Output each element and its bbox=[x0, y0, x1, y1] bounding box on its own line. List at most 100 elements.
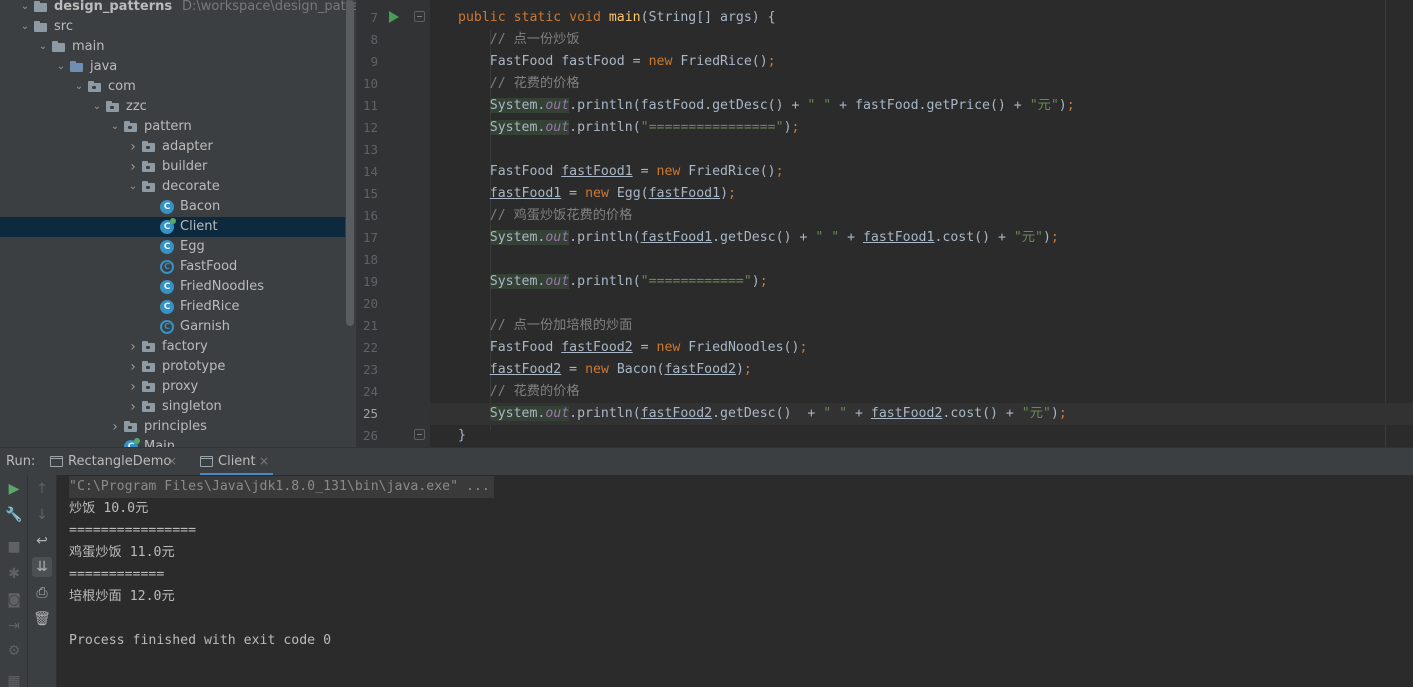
tree-item-zzc[interactable]: ⌄ zzc bbox=[0, 97, 345, 117]
chevron-down-icon[interactable]: ⌄ bbox=[92, 100, 102, 114]
chevron-right-icon[interactable]: › bbox=[110, 420, 120, 434]
code-line[interactable] bbox=[430, 293, 1413, 315]
line-number: 11 bbox=[362, 98, 378, 113]
code-token: FriedRice() bbox=[688, 164, 776, 179]
tree-item-bacon[interactable]: C Bacon bbox=[0, 197, 345, 217]
tree-item-principles[interactable]: › principles bbox=[0, 417, 345, 437]
run-tab-client[interactable]: Client × bbox=[200, 448, 273, 476]
tree-item-friedrice[interactable]: C FriedRice bbox=[0, 297, 345, 317]
chevron-right-icon[interactable]: › bbox=[128, 400, 138, 414]
tree-item-main[interactable]: ⌄ main bbox=[0, 37, 345, 57]
chevron-down-icon[interactable]: ⌄ bbox=[56, 60, 66, 74]
tree-item-factory[interactable]: › factory bbox=[0, 337, 345, 357]
code-token: ; bbox=[1050, 230, 1059, 245]
code-line[interactable]: fastFood2 = new Bacon(fastFood2); bbox=[430, 359, 1413, 381]
tree-item-pattern[interactable]: ⌄ pattern bbox=[0, 117, 345, 137]
tree-item-egg[interactable]: C Egg bbox=[0, 237, 345, 257]
close-icon[interactable]: × bbox=[259, 454, 269, 468]
chevron-down-icon[interactable]: ⌄ bbox=[20, 20, 30, 34]
tree-item-garnish[interactable]: C Garnish bbox=[0, 317, 345, 337]
tree-item-src[interactable]: ⌄ src bbox=[0, 17, 345, 37]
tree-item-friednoodles[interactable]: C FriedNoodles bbox=[0, 277, 345, 297]
rerun-icon[interactable]: ▶ bbox=[4, 479, 24, 499]
chevron-down-icon[interactable]: ⌄ bbox=[20, 0, 30, 14]
chevron-right-icon[interactable]: › bbox=[128, 360, 138, 374]
stop-icon[interactable]: ■ bbox=[4, 537, 24, 557]
code-token: ) bbox=[1042, 230, 1051, 245]
code-token: = bbox=[632, 340, 657, 355]
tree-item-label: builder bbox=[162, 159, 208, 174]
run-console[interactable]: "C:\Program Files\Java\jdk1.8.0_131\bin\… bbox=[57, 475, 1413, 687]
tree-item-main[interactable]: C Main bbox=[0, 437, 345, 447]
scroll-to-end-icon[interactable]: ⇊ bbox=[32, 557, 52, 577]
code-editor[interactable]: 7 8 9 10 11 12 13 14 15 16 17 18 19 20 21 22 23 24 25 26 pu… bbox=[356, 0, 1413, 447]
code-line[interactable]: // 花费的价格 bbox=[430, 73, 1413, 95]
debug-bug-icon[interactable]: ✱ bbox=[4, 564, 24, 584]
code-line[interactable]: // 鸡蛋炒饭花费的价格 bbox=[430, 205, 1413, 227]
tree-item-builder[interactable]: › builder bbox=[0, 157, 345, 177]
chevron-right-icon[interactable]: › bbox=[128, 140, 138, 154]
project-tree-scrollbar[interactable] bbox=[346, 0, 354, 326]
tree-item-decorate[interactable]: ⌄ decorate bbox=[0, 177, 345, 197]
code-line[interactable]: fastFood1 = new Egg(fastFood1); bbox=[430, 183, 1413, 205]
code-line[interactable] bbox=[430, 139, 1413, 161]
editor-gutter: 7 8 9 10 11 12 13 14 15 16 17 18 19 20 21 22 23 24 25 26 bbox=[356, 0, 430, 447]
tree-item-label: Garnish bbox=[180, 319, 231, 334]
code-token: fastFood1 bbox=[640, 230, 713, 245]
code-line[interactable]: } bbox=[430, 425, 1413, 447]
code-line[interactable]: FastFood fastFood2 = new FriedNoodles(); bbox=[430, 337, 1413, 359]
tree-item-design-patterns[interactable]: ⌄ design_patterns D:\workspace\design_patt… bbox=[0, 0, 356, 17]
search-settings-icon[interactable]: ⚙ bbox=[4, 641, 24, 661]
tree-item-prototype[interactable]: › prototype bbox=[0, 357, 345, 377]
code-line[interactable]: FastFood fastFood = new FriedRice(); bbox=[430, 51, 1413, 73]
run-tool-window-header: Run: RectangleDemo × Client × bbox=[0, 447, 1413, 476]
login-icon[interactable]: ⇥ bbox=[4, 616, 24, 636]
code-line[interactable]: public static void main(String[] args) { bbox=[430, 7, 1413, 29]
tree-item-adapter[interactable]: › adapter bbox=[0, 137, 345, 157]
line-number: 20 bbox=[362, 296, 378, 311]
code-line[interactable]: // 花费的价格 bbox=[430, 381, 1413, 403]
print-icon[interactable]: ⎙ bbox=[32, 583, 52, 603]
close-icon[interactable]: × bbox=[167, 454, 177, 468]
code-line[interactable]: FastFood fastFood1 = new FriedRice(); bbox=[430, 161, 1413, 183]
tree-item-label: factory bbox=[162, 339, 208, 354]
chevron-down-icon[interactable]: ⌄ bbox=[128, 180, 138, 194]
chevron-down-icon[interactable]: ⌄ bbox=[38, 40, 48, 54]
fold-toggle-icon[interactable] bbox=[414, 11, 425, 22]
layout-icon[interactable]: ▦ bbox=[4, 671, 24, 687]
chevron-right-icon[interactable]: › bbox=[128, 380, 138, 394]
code-line[interactable]: System.out.println("================"); bbox=[430, 117, 1413, 139]
code-line[interactable]: System.out.println("============"); bbox=[430, 271, 1413, 293]
run-tab-rectangledemo[interactable]: RectangleDemo × bbox=[50, 448, 181, 476]
code-token: ; bbox=[728, 186, 736, 201]
tree-item-singleton[interactable]: › singleton bbox=[0, 397, 345, 417]
arrow-up-icon[interactable]: ↑ bbox=[32, 479, 52, 499]
tree-item-com[interactable]: ⌄ com bbox=[0, 77, 345, 97]
code-line[interactable]: System.out.println(fastFood1.getDesc() +… bbox=[430, 227, 1413, 249]
code-line[interactable] bbox=[430, 249, 1413, 271]
tree-item-client[interactable]: C Client bbox=[0, 217, 345, 237]
chevron-right-icon[interactable]: › bbox=[128, 160, 138, 174]
chevron-down-icon[interactable]: ⌄ bbox=[110, 120, 120, 134]
tree-item-fastfood[interactable]: C FastFood bbox=[0, 257, 345, 277]
chevron-down-icon[interactable]: ⌄ bbox=[74, 80, 84, 94]
tree-item-java[interactable]: ⌄ java bbox=[0, 57, 345, 77]
code-line[interactable]: System.out.println(fastFood.getDesc() + … bbox=[430, 95, 1413, 117]
code-line[interactable]: // 点一份炒饭 bbox=[430, 29, 1413, 51]
camera-icon[interactable]: ◙ bbox=[4, 590, 24, 610]
code-token: fastFood1 bbox=[648, 186, 721, 201]
arrow-down-icon[interactable]: ↓ bbox=[32, 505, 52, 525]
wrench-icon[interactable]: 🔧 bbox=[4, 505, 24, 525]
run-main-gutter-icon[interactable] bbox=[389, 11, 399, 23]
code-line[interactable]: System.out.println(fastFood2.getDesc() +… bbox=[430, 403, 1413, 425]
trash-icon[interactable]: 🗑 bbox=[32, 609, 52, 629]
abstract-class-icon: C bbox=[160, 320, 174, 334]
fold-toggle-icon[interactable] bbox=[414, 429, 425, 440]
chevron-right-icon[interactable]: › bbox=[128, 340, 138, 354]
code-token: ) bbox=[735, 362, 744, 377]
code-line[interactable]: // 点一份加培根的炒面 bbox=[430, 315, 1413, 337]
soft-wrap-icon[interactable]: ↩ bbox=[32, 531, 52, 551]
tree-item-proxy[interactable]: › proxy bbox=[0, 377, 345, 397]
tree-item-label: zzc bbox=[126, 99, 147, 114]
